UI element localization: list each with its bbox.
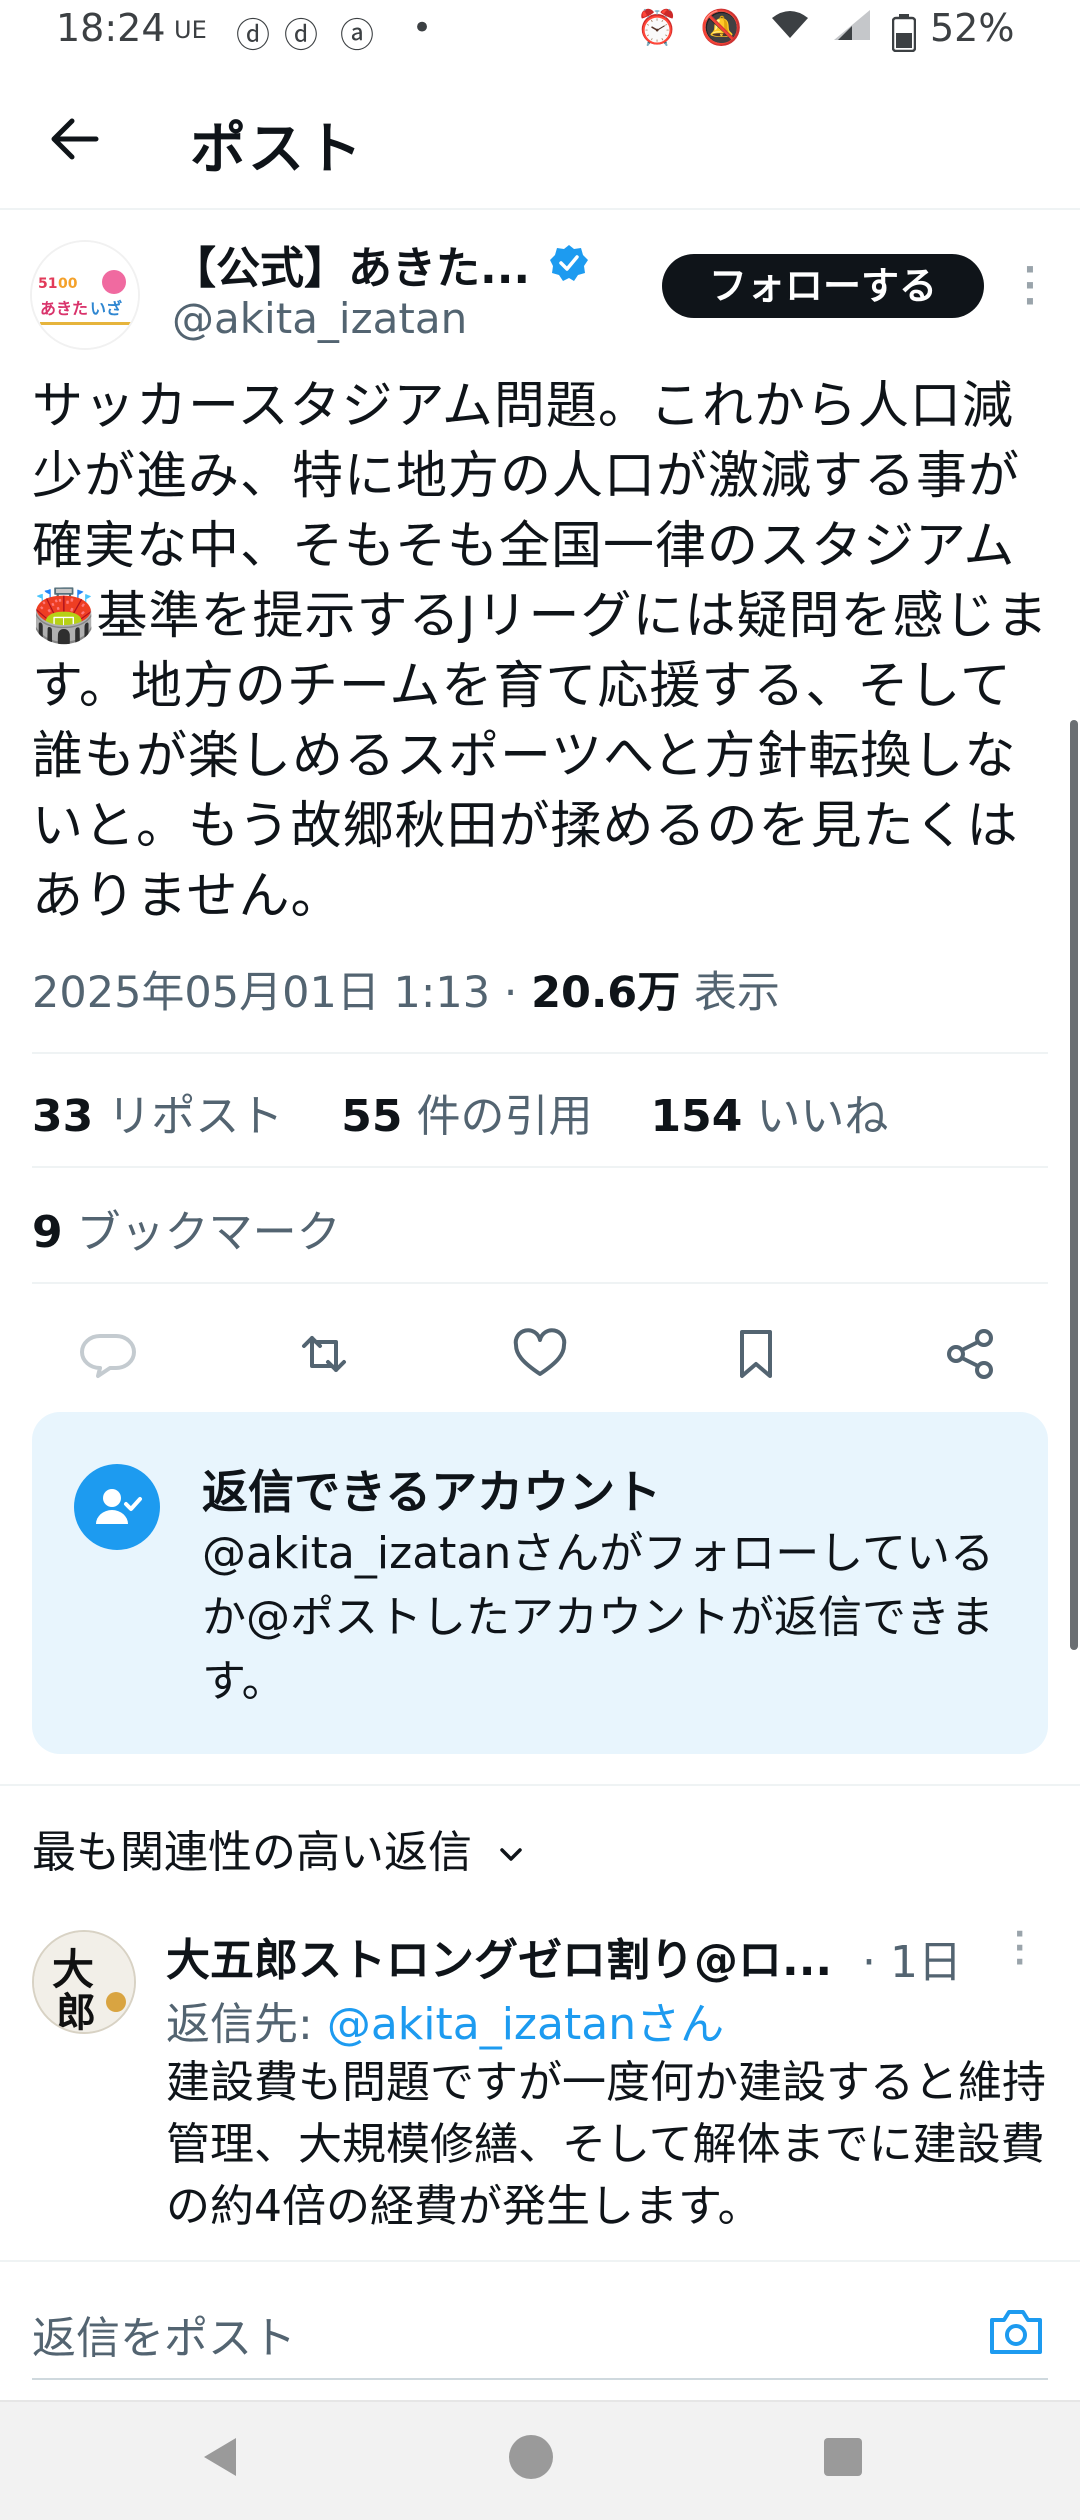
view-label: 表示 (680, 968, 780, 1018)
amazon-icon: ⓐ (340, 16, 374, 56)
circle-home-icon (509, 2435, 553, 2479)
bookmarks-stat[interactable]: 9 ブックマーク (32, 1196, 341, 1260)
system-navigation-bar (0, 2400, 1080, 2520)
nav-back-button[interactable] (196, 2432, 246, 2486)
divider (32, 1282, 1048, 1284)
replying-to: 返信先: @akita_izatanさん (166, 1988, 724, 2052)
akita-izatan-logo: 51 00 あきた いざ (32, 242, 138, 348)
verified-badge-icon (550, 244, 588, 282)
reply-text: 建設費も問題ですが一度何か建設すると維持管理、大規模修繕、そして解体までに建設費… (166, 2057, 1046, 2232)
likes-stat[interactable]: 154 いいね (650, 1091, 888, 1142)
reply-composer: 返信をポスト (0, 2260, 1080, 2400)
top-app-bar: ポスト (0, 64, 1080, 210)
engagement-stats: 33 リポスト 55 件の引用 154 いいね (32, 1080, 888, 1144)
share-icon (947, 1329, 993, 1379)
bookmark-icon (740, 1330, 772, 1378)
tweet-text: サッカースタジアム問題。これから人口減少が進み、特に地方の人口が激減する事が確実… (32, 377, 1049, 926)
bookmark-button[interactable] (718, 1316, 794, 1392)
sort-label: 最も関連性の高い返信 (32, 1827, 472, 1878)
docomo-app-icon: ⓓ (236, 16, 270, 56)
reply-author-name[interactable]: 大五郎ストロングゼロ割り@ロ... (166, 1924, 832, 1988)
square-recents-icon (824, 2438, 862, 2476)
repost-button[interactable] (286, 1316, 362, 1392)
author-name[interactable]: 【公式】あきた... (172, 232, 530, 296)
svg-text:51: 51 (38, 276, 57, 292)
more-options-icon[interactable]: · · · (1010, 253, 1050, 319)
nav-recents-button[interactable] (818, 2432, 868, 2486)
status-bar: 18:24 UE ⓓ ⓓ ⓐ • ⏰ 🔕 52% (0, 0, 1080, 64)
divider (32, 1052, 1048, 1054)
nav-home-button[interactable] (506, 2432, 556, 2486)
divider (0, 1784, 1080, 1786)
reply-icon (80, 1334, 136, 1378)
triangle-back-icon (204, 2438, 236, 2476)
svg-text:いざ: いざ (90, 299, 122, 318)
arrow-left-icon (51, 118, 99, 160)
reply-input[interactable]: 返信をポスト (32, 2302, 296, 2366)
quotes-stat[interactable]: 55 件の引用 (341, 1091, 592, 1142)
heart-icon (513, 1328, 567, 1376)
restriction-description: @akita_izatanさんがフォローしているか@ポストしたアカウントが返信で… (202, 1528, 994, 1707)
page-title: ポスト (190, 117, 364, 182)
reply-restriction-card: 返信できるアカウント @akita_izatanさんがフォローしているか@ポスト… (32, 1412, 1048, 1754)
share-button[interactable] (932, 1316, 1008, 1392)
chevron-down-icon (500, 1848, 522, 1861)
mute-icon: 🔕 (700, 8, 743, 48)
reply-timestamp[interactable]: · 1日 (862, 1926, 962, 1990)
repost-icon (302, 1336, 346, 1372)
like-button[interactable] (502, 1316, 578, 1392)
reposts-stat[interactable]: 33 リポスト (32, 1091, 283, 1142)
alarm-icon: ⏰ (636, 8, 679, 48)
carrier-label: UE (174, 16, 207, 44)
camera-button[interactable] (988, 2306, 1044, 2356)
reply-more-options-icon[interactable]: · · · (1014, 1920, 1025, 1978)
daigoro-logo: 大 郎 (34, 1932, 134, 2034)
battery-percent: 52% (930, 6, 1015, 50)
author-avatar[interactable]: 51 00 あきた いざ (30, 240, 140, 350)
svg-text:郎: 郎 (56, 1989, 96, 2034)
tweet-timestamp[interactable]: 2025年05月01日 1:13 · (32, 968, 531, 1018)
tweet-metadata: 2025年05月01日 1:13 · 20.6万 表示 (32, 958, 780, 1020)
svg-text:あきた: あきた (40, 299, 88, 318)
reply-sort-dropdown[interactable]: 最も関連性の高い返信 (32, 1816, 528, 1880)
follow-button[interactable]: フォローする (662, 254, 984, 318)
scrollbar[interactable] (1070, 720, 1078, 1650)
clock: 18:24 (56, 6, 166, 50)
back-button[interactable] (40, 104, 110, 174)
signal-icon (832, 8, 872, 51)
replying-to-handle[interactable]: @akita_izatanさん (327, 1999, 724, 2050)
d-app-icon: ⓓ (284, 16, 318, 56)
restriction-title: 返信できるアカウント (202, 1465, 662, 1519)
divider (32, 1166, 1048, 1168)
camera-icon (990, 2310, 1042, 2354)
reply-button[interactable] (70, 1316, 146, 1392)
view-count: 20.6万 (531, 968, 681, 1018)
wifi-icon (770, 8, 810, 51)
input-underline (32, 2378, 1048, 2380)
author-handle[interactable]: @akita_izatan (172, 294, 467, 343)
svg-text:00: 00 (58, 276, 78, 292)
svg-text:大: 大 (52, 1945, 94, 1994)
battery-icon (891, 14, 917, 61)
reply-author-avatar[interactable]: 大 郎 (32, 1930, 136, 2034)
more-notifications-icon: • (412, 8, 433, 48)
user-check-icon (74, 1464, 160, 1550)
replying-to-prefix: 返信先: (166, 1999, 327, 2050)
